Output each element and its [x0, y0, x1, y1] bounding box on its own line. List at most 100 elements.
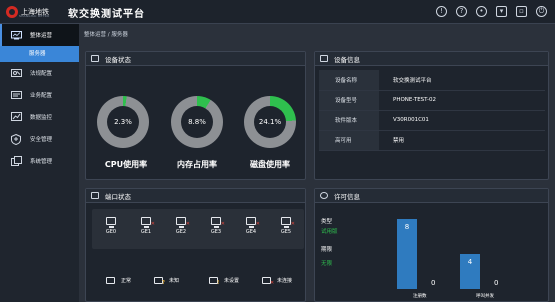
user-icon[interactable]: • [476, 6, 487, 17]
port-ge4[interactable]: ✕ GE4 [242, 217, 260, 235]
disconnected-icon: ✕ [220, 221, 225, 227]
alert-icon[interactable]: ! [436, 6, 447, 17]
legend-label: 未连接 [277, 278, 293, 284]
computer-icon [211, 217, 221, 228]
table-row: 高可用 禁用 [319, 130, 545, 151]
cpu-gauge: 2.3% [97, 96, 149, 148]
panel-header: 许可信息 [315, 189, 548, 203]
gauge-value: 24.1% [254, 106, 286, 138]
ports-area: GE0 ✕ GE1 ✕ GE2 ✕ GE3 ✕ GE4 ✕ GE5 [92, 209, 304, 249]
sidebar-item-rules[interactable]: 法规配置 [0, 62, 79, 84]
disconnected-icon: ✕ [290, 221, 295, 227]
disconnected-icon: ✕ [185, 221, 190, 227]
gauge-label: CPU使用率 [104, 160, 148, 169]
logout-icon[interactable]: ⏻ [536, 6, 547, 17]
app-title: 软交换测试平台 [68, 9, 145, 20]
mail-icon[interactable]: ▾ [496, 6, 507, 17]
info-value: 禁用 [379, 130, 545, 151]
shield-icon [10, 133, 22, 145]
license-type-value: 试用版 [321, 229, 338, 235]
window-icon [10, 156, 22, 166]
license-period-label: 期限 [321, 247, 333, 253]
port-label: GE1 [140, 229, 152, 235]
gauge-value: 8.8% [181, 106, 213, 138]
disk-gauge: 24.1% [244, 96, 296, 148]
device-icon [10, 90, 22, 100]
device-info-table: 设备名称 软交换测试平台 设备型号 PHONE-TEST-02 软件版本 V30R00… [319, 70, 545, 151]
computer-icon: ! [209, 277, 220, 286]
header-icons: ! ? • ▾ ▫ ⏻ [436, 6, 547, 17]
computer-icon [106, 217, 116, 228]
tools-icon [10, 68, 22, 78]
chart-icon [10, 112, 22, 122]
license-type-label: 类型 [321, 219, 333, 225]
table-row: 设备名称 软交换测试平台 [319, 70, 545, 91]
legend-disconnected: ✕ 未连接 [262, 277, 293, 286]
computer-icon: ? [154, 277, 165, 286]
x-tick-label: 呼叫并发 [476, 294, 494, 299]
gauge-value: 2.3% [107, 106, 139, 138]
gauge-label: 内存占用率 [177, 160, 217, 169]
legend-normal: 正常 [106, 277, 131, 284]
table-row: 软件版本 V30R001C01 [319, 110, 545, 131]
breadcrumb: 整体运营 / 服务器 [84, 32, 128, 38]
port-ge3[interactable]: ✕ GE3 [207, 217, 225, 235]
port-ge5[interactable]: ✕ GE5 [277, 217, 295, 235]
image-icon [91, 55, 99, 62]
panel-header: 设备状态 [86, 52, 305, 66]
sidebar-item-label: 系统管理 [30, 159, 53, 165]
computer-icon [141, 217, 151, 228]
legend-unset: ! 未设置 [209, 277, 240, 286]
legend-label: 正常 [121, 278, 132, 284]
sidebar-item-monitor[interactable]: 数据监控 [0, 106, 79, 128]
device-info-panel: 设备信息 设备名称 软交换测试平台 设备型号 PHONE-TEST-02 软件版本 V… [314, 51, 549, 180]
sidebar-item-security[interactable]: 安全管理 [0, 128, 79, 150]
info-key: 高可用 [319, 130, 379, 151]
port-ge2[interactable]: ✕ GE2 [172, 217, 190, 235]
license-panel: 许可信息 类型 试用版 期限 无限 8 0 注册数 4 0 呼叫并发 [314, 188, 549, 302]
port-ge1[interactable]: ✕ GE1 [137, 217, 155, 235]
port-ge0[interactable]: GE0 [102, 217, 120, 235]
disconnected-icon: ✕ [255, 221, 260, 227]
memory-gauge: 8.8% [171, 96, 223, 148]
sidebar-subitem-server[interactable]: 服务器 [0, 46, 79, 62]
info-key: 设备型号 [319, 90, 379, 111]
info-value: PHONE-TEST-02 [379, 90, 545, 111]
legend-label: 未设置 [224, 278, 240, 284]
computer-icon [176, 217, 186, 228]
sidebar-item-system[interactable]: 系统管理 [0, 150, 79, 172]
panel-title: 设备信息 [334, 55, 360, 64]
port-label: GE0 [105, 229, 117, 235]
unknown-icon: ? [162, 280, 165, 286]
warning-icon: ! [217, 280, 220, 286]
port-label: GE4 [245, 229, 257, 235]
info-key: 软件版本 [319, 110, 379, 131]
disconnected-icon: ✕ [270, 280, 275, 286]
computer-icon: ✕ [262, 277, 275, 286]
sidebar: 整体运营 服务器 法规配置 业务配置 数据监控 安全管理 系统管理 [0, 24, 79, 302]
sidebar-item-label: 业务配置 [30, 93, 53, 99]
port-label: GE3 [210, 229, 222, 235]
bar-value-label: 0 [494, 279, 499, 287]
info-key: 设备名称 [319, 70, 379, 91]
panel-header: 设备信息 [315, 52, 548, 66]
help-icon[interactable]: ? [456, 6, 467, 17]
panel-title: 设备状态 [105, 55, 131, 64]
info-value: V30R001C01 [379, 110, 545, 131]
sidebar-item-business[interactable]: 业务配置 [0, 84, 79, 106]
sidebar-item-overall[interactable]: 整体运营 [0, 24, 79, 46]
bar-value-label: 8 [404, 223, 410, 231]
port-status-panel: 端口状态 GE0 ✕ GE1 ✕ GE2 ✕ GE3 ✕ GE4 ✕ GE5 正… [85, 188, 306, 302]
port-label: GE2 [175, 229, 187, 235]
window-icon[interactable]: ▫ [516, 6, 527, 17]
list-icon [320, 55, 328, 62]
panel-title: 许可信息 [334, 192, 360, 201]
sidebar-item-label: 法规配置 [30, 71, 53, 77]
x-tick-label: 注册数 [413, 294, 427, 299]
gear-icon [320, 192, 328, 199]
computer-icon [106, 277, 115, 284]
table-row: 设备型号 PHONE-TEST-02 [319, 90, 545, 111]
image-icon [91, 192, 99, 199]
panel-title: 端口状态 [105, 192, 131, 201]
bar-value-label: 0 [431, 279, 436, 287]
